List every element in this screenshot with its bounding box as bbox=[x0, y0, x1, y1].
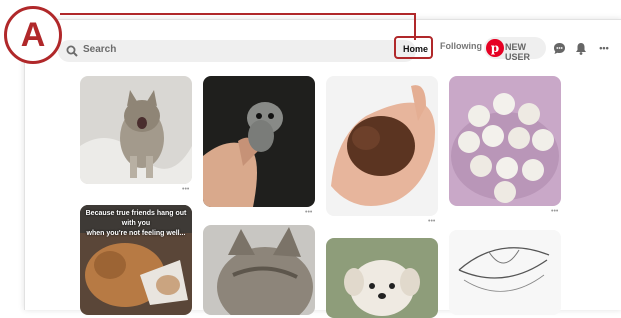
callout-connector bbox=[60, 13, 433, 59]
home-highlight-box bbox=[394, 36, 433, 59]
callout-badge: A bbox=[4, 6, 62, 64]
